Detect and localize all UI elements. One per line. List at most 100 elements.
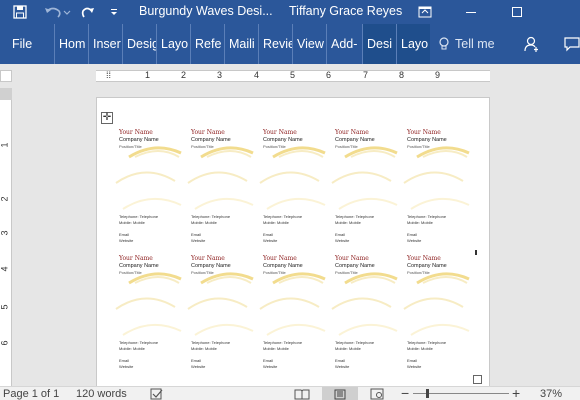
business-card[interactable]: Your Name Company Name Position/Title Telep…	[259, 255, 327, 380]
business-card[interactable]: Your Name Company Name Position/Title Telep…	[115, 255, 183, 380]
status-bar: Page 1 of 1 120 words − + 37%	[0, 385, 580, 400]
document-page[interactable]: ✛ Your Name Company Name Position/Title Tel…	[96, 97, 490, 389]
wave-graphic	[187, 146, 254, 210]
customize-icon[interactable]	[106, 0, 122, 24]
print-layout-icon[interactable]	[322, 387, 358, 400]
vertical-ruler[interactable]: 1 2 3 4 5 6	[0, 88, 12, 386]
table-resize-handle[interactable]	[473, 375, 482, 384]
tab-mailings[interactable]: Maili	[224, 24, 258, 64]
document-title: Burgundy Waves Desi...	[139, 4, 273, 18]
card-website: Website	[119, 364, 134, 369]
card-position: Position/Title	[191, 144, 214, 149]
card-position: Position/Title	[119, 270, 142, 275]
word-count[interactable]: 120 words	[76, 388, 127, 400]
tab-add-ins[interactable]: Add-	[326, 24, 360, 64]
card-phones: Telephone: Telephone Mobile: Mobile	[191, 340, 230, 352]
card-website: Website	[119, 238, 134, 243]
card-phones: Telephone: Telephone Mobile: Mobile	[263, 340, 302, 352]
tab-references[interactable]: Refe	[190, 24, 224, 64]
card-name: Your Name	[191, 129, 225, 136]
ruler-mark: 1	[0, 142, 10, 148]
card-position: Position/Title	[119, 144, 142, 149]
ruler-mark: 8	[399, 70, 405, 80]
card-name: Your Name	[407, 255, 441, 262]
web-layout-icon[interactable]	[370, 388, 384, 400]
ruler-margin	[0, 88, 12, 100]
tab-view[interactable]: View	[292, 24, 326, 64]
zoom-in-icon[interactable]: +	[512, 385, 520, 400]
business-card[interactable]: Your Name Company Name Position/Title Telep…	[331, 129, 399, 254]
card-name: Your Name	[119, 255, 153, 262]
business-card[interactable]: Your Name Company Name Position/Title Telep…	[115, 129, 183, 254]
business-card[interactable]: Your Name Company Name Position/Title Telep…	[403, 129, 471, 254]
card-website: Website	[191, 364, 206, 369]
redo-icon[interactable]	[78, 0, 98, 24]
card-company: Company Name	[119, 137, 159, 143]
card-mobile: Mobile: Mobile	[263, 346, 289, 351]
tab-home[interactable]: Hom	[54, 24, 88, 64]
tab-layout[interactable]: Layo	[156, 24, 190, 64]
ruler-mark: 5	[0, 304, 10, 310]
card-contact: Email Website	[335, 358, 349, 370]
business-card[interactable]: Your Name Company Name Position/Title Telep…	[187, 129, 255, 254]
zoom-slider-thumb[interactable]	[426, 389, 429, 398]
card-phones: Telephone: Telephone Mobile: Mobile	[335, 340, 374, 352]
ruler-mark: 9	[435, 70, 441, 80]
ruler-mark: 2	[181, 70, 187, 80]
ruler-grip[interactable]: ⁞⁞	[106, 70, 111, 80]
card-mobile: Mobile: Mobile	[263, 220, 289, 225]
proofing-icon[interactable]	[150, 388, 164, 400]
card-contact: Email Website	[119, 358, 133, 370]
tab-table-design[interactable]: Desi	[362, 24, 396, 64]
card-phones: Telephone: Telephone Mobile: Mobile	[119, 340, 158, 352]
business-card[interactable]: Your Name Company Name Position/Title Telep…	[187, 255, 255, 380]
title-bar: Burgundy Waves Desi... Tiffany Grace Rey…	[0, 0, 580, 24]
card-position: Position/Title	[407, 144, 430, 149]
card-mobile: Mobile: Mobile	[407, 220, 433, 225]
share-icon[interactable]	[524, 36, 540, 55]
comments-icon[interactable]	[564, 36, 580, 55]
card-name: Your Name	[191, 255, 225, 262]
horizontal-ruler[interactable]: ⁞⁞ 1 2 3 4 5 6 7 8 9	[0, 64, 580, 88]
card-website: Website	[335, 364, 350, 369]
business-card[interactable]: Your Name Company Name Position/Title Telep…	[259, 129, 327, 254]
tab-selector[interactable]	[0, 70, 12, 82]
minimize-icon[interactable]	[448, 0, 494, 24]
ruler-mark: 1	[145, 70, 151, 80]
read-mode-icon[interactable]	[294, 388, 310, 400]
undo-icon[interactable]	[40, 0, 74, 24]
card-position: Position/Title	[191, 270, 214, 275]
tell-me-box[interactable]: Tell me	[438, 24, 495, 64]
tab-design[interactable]: Desig	[122, 24, 156, 64]
card-position: Position/Title	[407, 270, 430, 275]
ribbon-display-icon[interactable]	[402, 0, 448, 24]
maximize-icon[interactable]	[494, 0, 540, 24]
zoom-out-icon[interactable]: −	[401, 385, 409, 400]
tab-review[interactable]: Revie	[258, 24, 292, 64]
save-icon[interactable]	[8, 0, 32, 24]
user-name[interactable]: Tiffany Grace Reyes	[289, 4, 402, 18]
business-card[interactable]: Your Name Company Name Position/Title Telep…	[403, 255, 471, 380]
tab-table-layout[interactable]: Layo	[396, 24, 430, 64]
tab-insert[interactable]: Inser	[88, 24, 122, 64]
wave-graphic	[259, 272, 326, 336]
wave-graphic	[403, 272, 470, 336]
card-mobile: Mobile: Mobile	[119, 346, 145, 351]
wave-graphic	[259, 146, 326, 210]
card-phones: Telephone: Telephone Mobile: Mobile	[335, 214, 374, 226]
card-company: Company Name	[191, 137, 231, 143]
wave-graphic	[115, 146, 182, 210]
page-count[interactable]: Page 1 of 1	[3, 388, 59, 400]
table-move-handle[interactable]: ✛	[101, 112, 113, 124]
card-name: Your Name	[263, 129, 297, 136]
tab-file[interactable]: File	[8, 24, 38, 64]
zoom-level[interactable]: 37%	[540, 388, 562, 400]
card-website: Website	[263, 238, 278, 243]
card-website: Website	[191, 238, 206, 243]
card-company: Company Name	[335, 137, 375, 143]
wave-graphic	[331, 146, 398, 210]
business-card[interactable]: Your Name Company Name Position/Title Telep…	[331, 255, 399, 380]
card-mobile: Mobile: Mobile	[119, 220, 145, 225]
card-contact: Email Website	[263, 358, 277, 370]
wave-graphic	[115, 272, 182, 336]
